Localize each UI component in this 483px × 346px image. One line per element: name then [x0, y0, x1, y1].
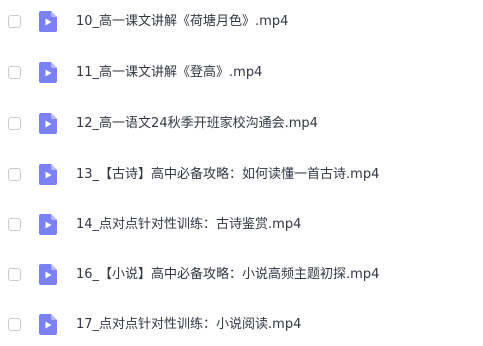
file-list: 10_高一课文讲解《荷塘月色》.mp4 11_高一课文讲解《登高》.mp4 12… [0, 0, 483, 335]
file-name[interactable]: 13_【古诗】高中必备攻略：如何读懂一首古诗.mp4 [76, 166, 379, 183]
video-file-icon [39, 164, 57, 185]
video-file-icon [39, 62, 57, 83]
file-name[interactable]: 10_高一课文讲解《荷塘月色》.mp4 [76, 13, 288, 30]
video-file-icon [39, 113, 57, 134]
video-file-icon [39, 314, 57, 335]
file-name[interactable]: 12_高一语文24秋季开班家校沟通会.mp4 [76, 115, 318, 132]
list-item[interactable]: 11_高一课文讲解《登高》.mp4 [0, 54, 483, 94]
select-checkbox[interactable] [8, 15, 21, 28]
video-file-icon [39, 11, 57, 32]
list-item[interactable]: 10_高一课文讲解《荷塘月色》.mp4 [0, 3, 483, 43]
select-checkbox[interactable] [8, 318, 21, 331]
file-name[interactable]: 14_点对点针对性训练：古诗鉴赏.mp4 [76, 216, 301, 233]
list-item[interactable]: 12_高一语文24秋季开班家校沟通会.mp4 [0, 105, 483, 145]
file-name[interactable]: 17_点对点针对性训练：小说阅读.mp4 [76, 316, 301, 333]
select-checkbox[interactable] [8, 218, 21, 231]
select-checkbox[interactable] [8, 168, 21, 181]
file-name[interactable]: 11_高一课文讲解《登高》.mp4 [76, 64, 262, 81]
select-checkbox[interactable] [8, 268, 21, 281]
list-item[interactable]: 13_【古诗】高中必备攻略：如何读懂一首古诗.mp4 [0, 156, 483, 196]
list-item[interactable]: 16_【小说】高中必备攻略：小说高频主题初探.mp4 [0, 256, 483, 296]
video-file-icon [39, 214, 57, 235]
select-checkbox[interactable] [8, 117, 21, 130]
file-name[interactable]: 16_【小说】高中必备攻略：小说高频主题初探.mp4 [76, 266, 379, 283]
list-item[interactable]: 14_点对点针对性训练：古诗鉴赏.mp4 [0, 206, 483, 246]
select-checkbox[interactable] [8, 66, 21, 79]
list-item[interactable]: 17_点对点针对性训练：小说阅读.mp4 [0, 306, 483, 346]
video-file-icon [39, 264, 57, 285]
